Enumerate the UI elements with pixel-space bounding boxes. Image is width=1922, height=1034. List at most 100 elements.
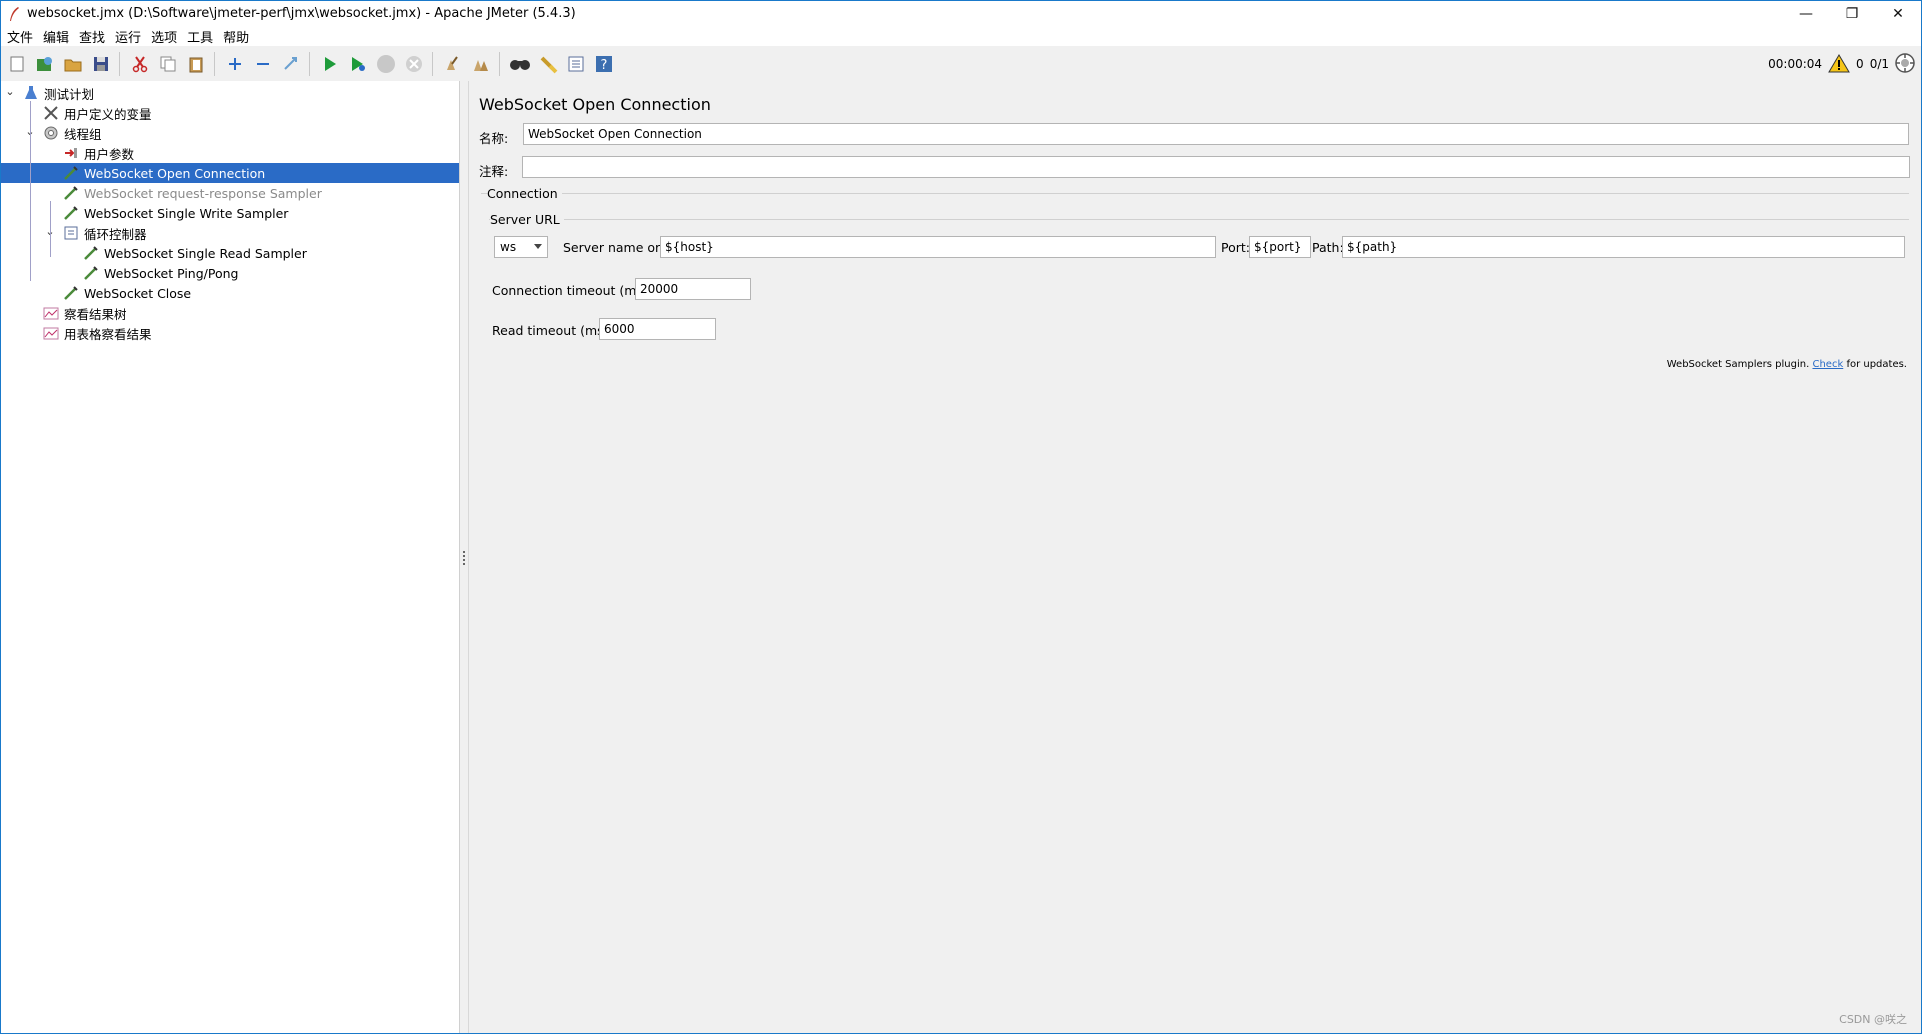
cut-icon[interactable]	[128, 52, 152, 76]
warning-icon[interactable]	[1828, 53, 1850, 76]
server-input[interactable]: ${host}	[660, 236, 1216, 258]
menu-bar: 文件 编辑 查找 运行 选项 工具 帮助	[1, 26, 1921, 46]
tree-node-label: 察看结果树	[64, 306, 127, 322]
sampler-icon	[82, 264, 100, 282]
tree-node[interactable]: WebSocket Ping/Pong	[1, 263, 459, 283]
comment-input[interactable]	[522, 156, 1910, 178]
connection-group-border	[481, 193, 1909, 194]
tree-node[interactable]: WebSocket Single Write Sampler	[1, 203, 459, 223]
read-timeout-input[interactable]: 6000	[599, 318, 716, 340]
templates-icon[interactable]	[33, 52, 57, 76]
tree-node[interactable]: 用表格察看结果	[1, 323, 459, 343]
shutdown-icon[interactable]	[402, 52, 426, 76]
clear-all-icon[interactable]	[469, 52, 493, 76]
menu-options[interactable]: 选项	[146, 27, 182, 46]
tree-node[interactable]: 用户定义的变量	[1, 103, 459, 123]
path-label: Path:	[1312, 240, 1344, 255]
panel-title: WebSocket Open Connection	[479, 95, 711, 114]
tree-node[interactable]: WebSocket Close	[1, 283, 459, 303]
minimize-button[interactable]: —	[1783, 1, 1829, 26]
tree-node-label: 线程组	[64, 126, 102, 142]
menu-run[interactable]: 运行	[110, 27, 146, 46]
menu-search[interactable]: 查找	[74, 27, 110, 46]
server-url-group-border	[489, 219, 1909, 220]
toolbar-separator	[499, 52, 500, 76]
tree-node-label: WebSocket Close	[84, 285, 192, 301]
tree-node[interactable]: ⌄循环控制器	[1, 223, 459, 243]
tree-node[interactable]: ⌄线程组	[1, 123, 459, 143]
path-input[interactable]: ${path}	[1342, 236, 1905, 258]
collapse-icon[interactable]	[251, 52, 275, 76]
chevron-down-icon	[534, 244, 542, 249]
copy-icon[interactable]	[156, 52, 180, 76]
name-label: 名称:	[479, 131, 509, 146]
sampler-icon	[62, 204, 80, 222]
stop-icon[interactable]	[374, 52, 398, 76]
tree-node[interactable]: WebSocket Open Connection	[1, 163, 459, 183]
start-icon[interactable]	[318, 52, 342, 76]
tree-guide-line	[30, 101, 31, 281]
port-label: Port:	[1221, 240, 1250, 255]
window-title: websocket.jmx (D:\Software\jmeter-perf\j…	[27, 6, 576, 21]
plugin-note-prefix: WebSocket Samplers plugin.	[1666, 359, 1810, 370]
menu-file[interactable]: 文件	[2, 27, 38, 46]
menu-help[interactable]: 帮助	[218, 27, 254, 46]
sampler-icon	[62, 284, 80, 302]
open-icon[interactable]	[61, 52, 85, 76]
listener-icon	[42, 304, 60, 322]
user-params-icon	[62, 144, 80, 162]
tree-guide-line	[50, 201, 51, 257]
loop-controller-icon	[62, 224, 80, 242]
tree-node[interactable]: WebSocket request-response Sampler	[1, 183, 459, 203]
splitter-grip[interactable]	[463, 551, 465, 565]
tree-node[interactable]: WebSocket Single Read Sampler	[1, 243, 459, 263]
toolbar: ? 00:00:04 0 0/1	[1, 48, 1921, 80]
test-plan-tree: ⌄ 测试计划用户定义的变量⌄线程组用户参数 WebSocket Open Conne…	[1, 81, 460, 1033]
clear-icon[interactable]	[441, 52, 465, 76]
save-icon[interactable]	[89, 52, 113, 76]
svg-text:?: ?	[601, 58, 608, 73]
search-icon[interactable]	[508, 52, 532, 76]
toolbar-status: 00:00:04 0 0/1	[1762, 48, 1915, 80]
protocol-select[interactable]: ws	[494, 236, 548, 258]
new-icon[interactable]	[5, 52, 29, 76]
jmeter-feather-icon	[10, 6, 19, 21]
check-updates-link[interactable]: Check	[1812, 359, 1843, 370]
toolbar-separator	[432, 52, 433, 76]
restore-button[interactable]: ❐	[1829, 1, 1875, 26]
tree-node[interactable]: 察看结果树	[1, 303, 459, 323]
toggle-icon[interactable]	[279, 52, 303, 76]
comment-label: 注释:	[479, 164, 509, 179]
close-button[interactable]: ✕	[1875, 1, 1921, 26]
port-input[interactable]: ${port}	[1249, 236, 1311, 258]
start-no-pause-icon[interactable]	[346, 52, 370, 76]
menu-edit[interactable]: 编辑	[38, 27, 74, 46]
panel-splitter[interactable]	[460, 81, 469, 1033]
function-helper-icon[interactable]	[564, 52, 588, 76]
thread-count: 0/1	[1869, 57, 1889, 71]
name-input[interactable]: WebSocket Open Connection	[523, 123, 1909, 145]
help-icon[interactable]: ?	[592, 52, 616, 76]
reset-search-icon[interactable]	[536, 52, 560, 76]
paste-icon[interactable]	[184, 52, 208, 76]
connection-timeout-input[interactable]: 20000	[635, 278, 751, 300]
tree-node-label: WebSocket request-response Sampler	[84, 185, 322, 201]
tree-node-label: 用户参数	[84, 146, 135, 162]
sampler-icon	[62, 164, 80, 182]
tree-node-label: WebSocket Open Connection	[84, 165, 266, 181]
toolbar-separator	[214, 52, 215, 76]
read-timeout-label: Read timeout (ms):	[492, 323, 613, 338]
expand-icon[interactable]	[223, 52, 247, 76]
plugin-note-suffix: for updates.	[1846, 359, 1907, 370]
connection-legend: Connection	[487, 186, 562, 201]
menu-tools[interactable]: 工具	[182, 27, 218, 46]
warning-count: 0	[1856, 57, 1864, 71]
chevron-down-icon[interactable]: ⌄	[5, 85, 15, 98]
sampler-icon	[82, 244, 100, 262]
jmeter-window: websocket.jmx (D:\Software\jmeter-perf\j…	[0, 0, 1922, 1034]
watermark: CSDN @咲之	[1839, 1013, 1907, 1026]
tree-node[interactable]: ⌄ 测试计划	[1, 83, 459, 103]
tree-node-label: 循环控制器	[84, 226, 147, 242]
tree-node[interactable]: 用户参数	[1, 143, 459, 163]
listener-icon	[42, 324, 60, 342]
